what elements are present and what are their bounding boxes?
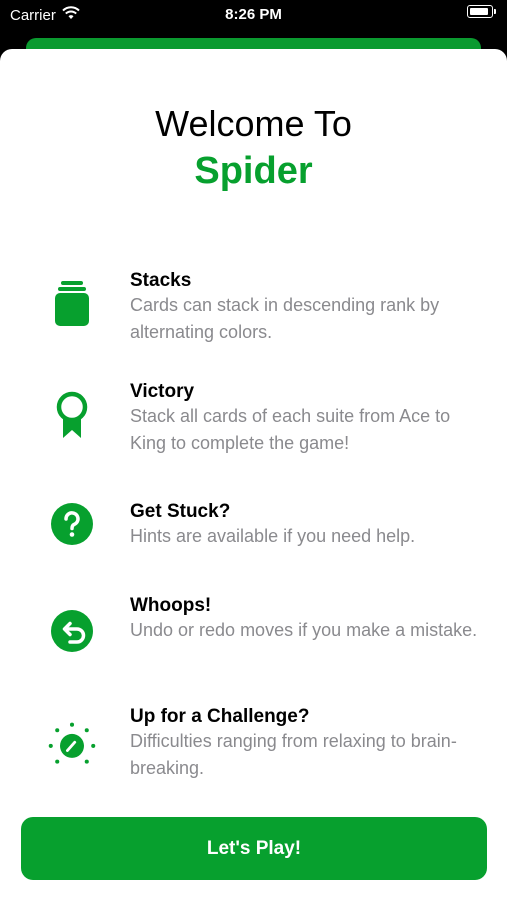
battery-icon [467, 5, 496, 18]
feature-description: Difficulties ranging from relaxing to br… [130, 731, 457, 778]
feature-title: Victory [130, 381, 195, 402]
feature-title: Whoops! [130, 595, 212, 616]
feature-description: Hints are available if you need help. [130, 526, 416, 546]
app-name-title: Spider [194, 150, 313, 192]
feature-description: Undo or redo moves if you make a mistake… [130, 620, 478, 640]
undo-circle-icon [48, 607, 96, 655]
question-circle-icon [48, 500, 96, 548]
feature-title: Stacks [130, 270, 192, 291]
feature-description: Stack all cards of each suite from Ace t… [130, 406, 451, 453]
feature-title: Get Stuck? [130, 501, 231, 522]
status-time: 8:26 PM [225, 6, 282, 23]
feature-title: Up for a Challenge? [130, 706, 310, 727]
rosette-icon [48, 391, 96, 440]
stack-icon [48, 280, 96, 328]
status-bar: Carrier 8:26 PM [0, 0, 507, 30]
welcome-title: Welcome To [155, 103, 352, 144]
lets-play-button[interactable]: Let's Play! [21, 817, 487, 880]
dial-icon [48, 721, 96, 769]
feature-description: Cards can stack in descending rank by al… [130, 295, 440, 342]
